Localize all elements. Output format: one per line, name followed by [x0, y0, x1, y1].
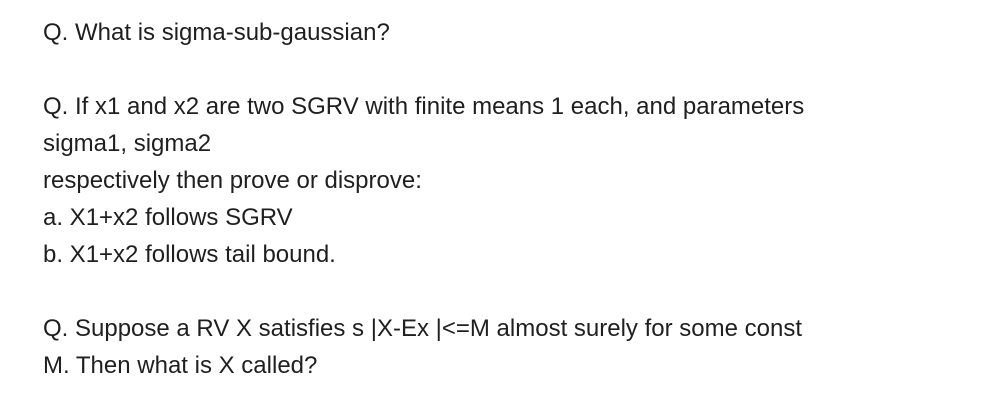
- question-2: Q. If x1 and x2 are two SGRV with finite…: [43, 88, 973, 273]
- document-body: Q. What is sigma-sub-gaussian? Q. If x1 …: [43, 14, 973, 384]
- question-2-line-3: respectively then prove or disprove:: [43, 167, 422, 194]
- question-2-option-b: b. X1+x2 follows tail bound.: [43, 241, 336, 268]
- question-2-line-2: sigma1, sigma2: [43, 130, 212, 157]
- question-3: Q. Suppose a RV X satisfies s |X-Ex |<=M…: [43, 310, 973, 384]
- question-1: Q. What is sigma-sub-gaussian?: [43, 14, 973, 51]
- question-3-line-2: M. Then what is X called?: [43, 352, 318, 379]
- question-2-option-a: a. X1+x2 follows SGRV: [43, 204, 293, 231]
- question-2-line-1: Q. If x1 and x2 are two SGRV with finite…: [43, 93, 805, 120]
- question-1-line-1: Q. What is sigma-sub-gaussian?: [43, 19, 390, 46]
- question-3-line-1: Q. Suppose a RV X satisfies s |X-Ex |<=M…: [43, 315, 802, 342]
